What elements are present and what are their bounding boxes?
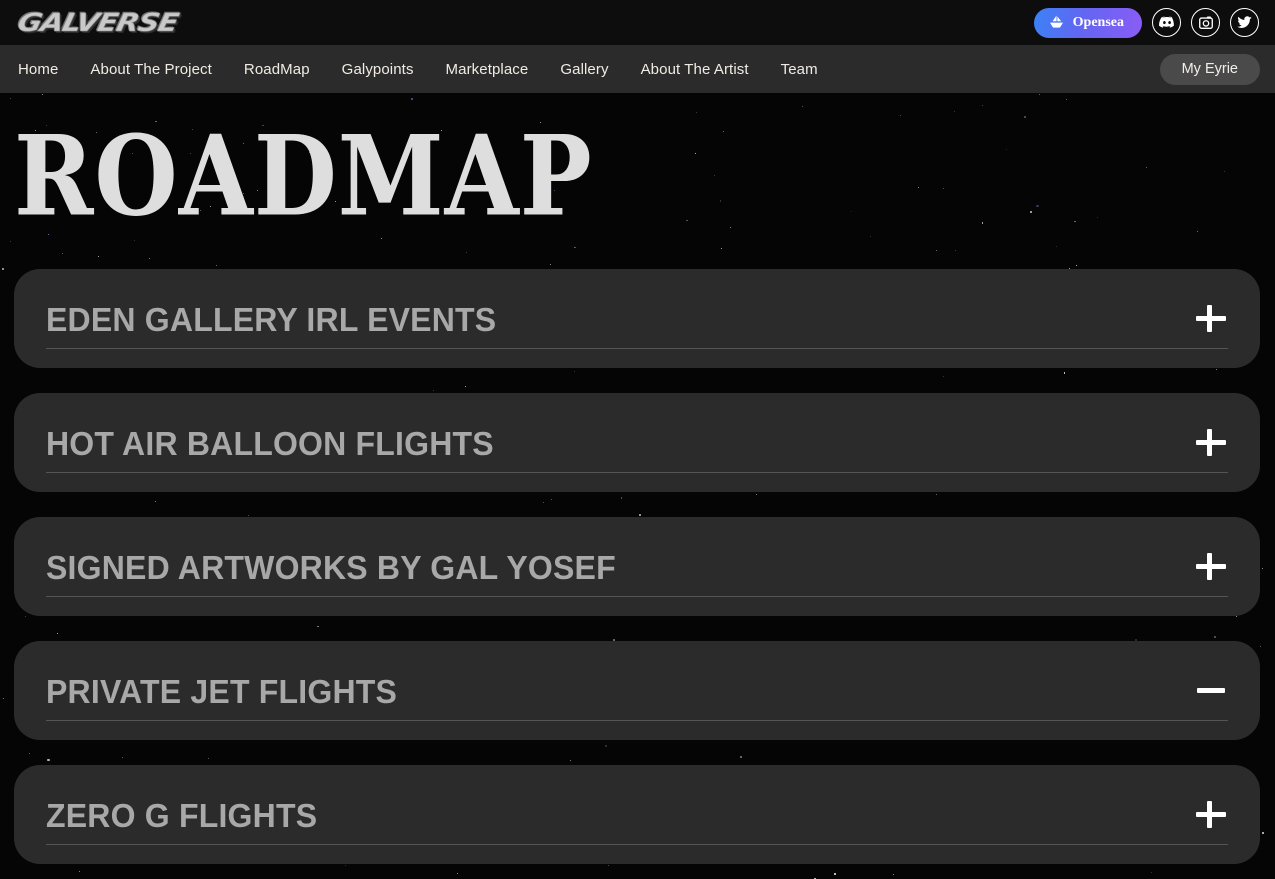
star <box>575 246 577 248</box>
opensea-button-label: Opensea <box>1072 14 1124 30</box>
star <box>686 219 688 222</box>
star <box>695 152 696 154</box>
star <box>10 240 12 242</box>
page-title: ROADMAP <box>14 110 593 241</box>
my-eyrie-button[interactable]: My Eyrie <box>1159 53 1260 85</box>
top-bar-actions: Opensea <box>1033 7 1259 38</box>
nav-item-marketplace[interactable]: Marketplace <box>430 55 545 84</box>
panel-title: ZERO G FLIGHTS <box>46 797 318 834</box>
star <box>730 227 732 229</box>
minus-bar-horizontal <box>1197 688 1225 693</box>
star <box>1075 265 1077 267</box>
panel-inner: PRIVATE JET FLIGHTS <box>46 674 1228 721</box>
star <box>954 250 956 252</box>
star <box>41 93 44 96</box>
minus-icon[interactable] <box>1194 674 1228 708</box>
nav-item-about-the-artist[interactable]: About The Artist <box>625 55 765 84</box>
star <box>215 265 217 267</box>
star <box>1055 245 1057 247</box>
plus-icon[interactable] <box>1194 302 1228 336</box>
plus-bar-vertical <box>1206 305 1212 332</box>
opensea-button[interactable]: Opensea <box>1033 7 1142 38</box>
panel-title: PRIVATE JET FLIGHTS <box>46 673 398 710</box>
star <box>148 257 150 259</box>
star <box>1038 94 1040 96</box>
nav-item-galypoints[interactable]: Galypoints <box>326 55 430 84</box>
nav-item-roadmap[interactable]: RoadMap <box>228 55 326 84</box>
page-root: GALVERSE Opensea Home About The Project … <box>0 0 1275 879</box>
star <box>549 263 551 265</box>
main-navigation: Home About The Project RoadMap Galypoint… <box>0 45 1275 93</box>
plus-bar-vertical <box>1206 801 1212 828</box>
brand-logo[interactable]: GALVERSE <box>14 6 181 40</box>
star <box>981 104 983 106</box>
accordion-panel-signed-artworks-by-gal-yosef[interactable]: SIGNED ARTWORKS BY GAL YOSEF <box>14 517 1260 616</box>
star <box>1261 567 1264 570</box>
star <box>869 235 871 238</box>
nav-item-home[interactable]: Home <box>18 55 74 84</box>
panel-inner: EDEN GALLERY IRL EVENTS <box>46 302 1228 349</box>
star <box>1036 204 1039 207</box>
star <box>1197 231 1199 233</box>
page-content: ROADMAP EDEN GALLERY IRL EVENTS HOT AIR … <box>0 93 1275 879</box>
star <box>1030 211 1032 213</box>
nav-item-gallery[interactable]: Gallery <box>544 55 624 84</box>
star <box>1005 149 1007 151</box>
star <box>720 248 722 250</box>
star <box>2 698 4 700</box>
sailboat-icon <box>1048 14 1065 31</box>
nav-item-about-the-project[interactable]: About The Project <box>74 55 228 84</box>
nav-item-list: Home About The Project RoadMap Galypoint… <box>18 55 1160 84</box>
instagram-icon[interactable] <box>1191 8 1220 37</box>
accordion-panel-hot-air-balloon-flights[interactable]: HOT AIR BALLOON FLIGHTS <box>14 393 1260 492</box>
star <box>719 200 722 202</box>
star <box>1224 171 1226 173</box>
star <box>1074 220 1076 223</box>
panel-title: EDEN GALLERY IRL EVENTS <box>46 301 497 338</box>
twitter-icon[interactable] <box>1230 8 1259 37</box>
star <box>918 186 920 188</box>
star <box>1065 98 1067 100</box>
star <box>10 97 11 99</box>
plus-icon[interactable] <box>1194 550 1228 584</box>
star <box>466 252 468 254</box>
star <box>2 268 5 271</box>
panel-inner: ZERO G FLIGHTS <box>46 798 1228 845</box>
plus-icon[interactable] <box>1194 426 1228 460</box>
brand-logo-text: GALVERSE <box>14 8 181 38</box>
star <box>953 110 955 112</box>
star <box>935 250 937 252</box>
star <box>714 174 716 176</box>
star <box>899 114 901 116</box>
star <box>97 256 99 258</box>
star <box>411 98 413 100</box>
panel-title: HOT AIR BALLOON FLIGHTS <box>46 425 494 462</box>
star <box>695 111 698 113</box>
star <box>1261 831 1264 834</box>
star <box>722 131 724 133</box>
plus-bar-vertical <box>1206 429 1212 456</box>
discord-icon[interactable] <box>1152 8 1181 37</box>
star <box>942 188 944 189</box>
star <box>1024 116 1026 118</box>
star <box>1145 167 1147 169</box>
accordion-panel-zero-g-flights[interactable]: ZERO G FLIGHTS <box>14 765 1260 864</box>
star <box>574 246 575 248</box>
panel-inner: HOT AIR BALLOON FLIGHTS <box>46 426 1228 473</box>
accordion-panel-private-jet-flights[interactable]: PRIVATE JET FLIGHTS <box>14 641 1260 740</box>
star <box>801 106 803 108</box>
nav-item-team[interactable]: Team <box>765 55 834 84</box>
plus-bar-vertical <box>1206 553 1212 580</box>
plus-icon[interactable] <box>1194 798 1228 832</box>
star <box>981 222 984 224</box>
star <box>851 210 853 212</box>
star <box>61 253 63 254</box>
top-bar: GALVERSE Opensea <box>0 0 1275 45</box>
star <box>1096 216 1099 218</box>
accordion-panel-eden-gallery-irl-events[interactable]: EDEN GALLERY IRL EVENTS <box>14 269 1260 368</box>
roadmap-accordion: EDEN GALLERY IRL EVENTS HOT AIR BALLOON … <box>14 269 1260 879</box>
panel-inner: SIGNED ARTWORKS BY GAL YOSEF <box>46 550 1228 597</box>
panel-title: SIGNED ARTWORKS BY GAL YOSEF <box>46 549 616 586</box>
